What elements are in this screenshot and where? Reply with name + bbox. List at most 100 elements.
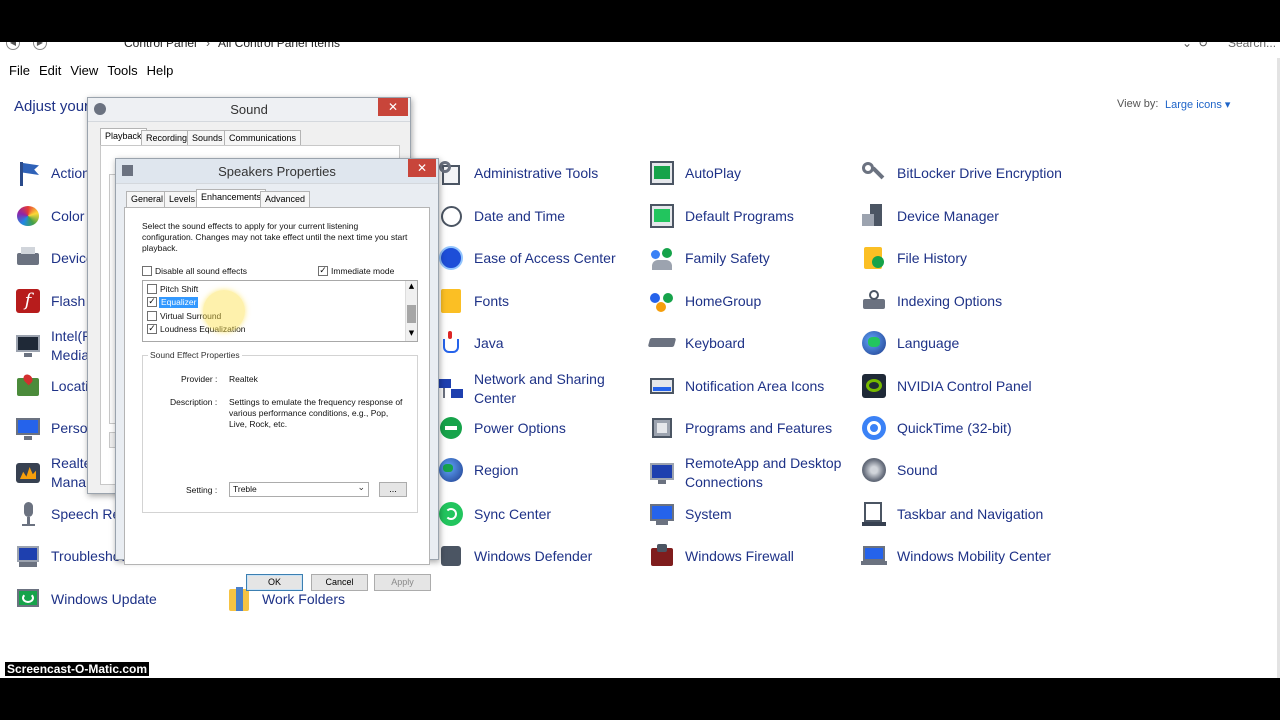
- cp-item-personalization[interactable]: Person: [14, 411, 95, 445]
- effect-loudness-checkbox[interactable]: ✓: [147, 324, 157, 334]
- back-icon[interactable]: ◀: [6, 42, 20, 50]
- cp-item-indexing-options[interactable]: Indexing Options: [860, 284, 1002, 318]
- cp-item-administrative-tools[interactable]: Administrative Tools: [437, 156, 598, 190]
- tab-communications[interactable]: Communications: [224, 130, 302, 146]
- tab-enhancements[interactable]: Enhancements: [196, 189, 267, 207]
- cp-item-flash-player[interactable]: f Flash I: [14, 284, 93, 318]
- cp-item-location-settings[interactable]: Locati: [14, 369, 88, 403]
- setting-dropdown-value: Treble: [233, 484, 257, 494]
- immediate-mode-checkbox[interactable]: ✓: [318, 266, 328, 276]
- cp-item-taskbar-and-navigation[interactable]: Taskbar and Navigation: [860, 497, 1043, 531]
- cp-item-quicktime[interactable]: QuickTime (32-bit): [860, 411, 1012, 445]
- cp-item-file-history[interactable]: File History: [860, 241, 967, 275]
- cp-item-network-and-sharing[interactable]: Network and Sharing Center: [437, 369, 614, 409]
- cp-item-label: Locati: [51, 377, 89, 394]
- cp-item-autoplay[interactable]: AutoPlay: [648, 156, 741, 190]
- effect-virtual-surround-checkbox[interactable]: [147, 311, 157, 321]
- cp-item-keyboard[interactable]: Keyboard: [647, 326, 745, 360]
- control-panel-window: ◀ ▶ Control Panel › All Control Panel It…: [0, 42, 1280, 678]
- more-settings-button[interactable]: ...: [379, 482, 407, 497]
- enhancements-panel: Select the sound effects to apply for yo…: [124, 207, 430, 565]
- cp-item-windows-update[interactable]: Windows Update: [14, 582, 157, 616]
- menu-file[interactable]: File: [6, 63, 36, 78]
- tab-general[interactable]: General: [126, 191, 169, 207]
- apply-button[interactable]: Apply: [374, 574, 431, 591]
- scroll-up-icon[interactable]: ▲: [407, 282, 416, 290]
- view-by-dropdown[interactable]: Large icons ▾: [1165, 98, 1230, 111]
- cp-item-homegroup[interactable]: HomeGroup: [648, 284, 761, 318]
- cp-item-realtek-manager[interactable]: Realte Mana: [14, 453, 91, 493]
- monitor-icon: [14, 332, 42, 360]
- scroll-down-icon[interactable]: ▼: [407, 329, 416, 337]
- cp-item-nvidia-control-panel[interactable]: NVIDIA Control Panel: [860, 369, 1032, 403]
- setting-dropdown[interactable]: Treble ⌄: [229, 482, 369, 497]
- cp-item-language[interactable]: Language: [860, 326, 959, 360]
- cp-item-region[interactable]: Region: [437, 453, 518, 487]
- cp-item-devices[interactable]: Device: [14, 241, 94, 275]
- cp-item-speech-recognition[interactable]: Speech Re: [14, 497, 120, 531]
- cp-item-power-options[interactable]: Power Options: [437, 411, 566, 445]
- tab-advanced[interactable]: Advanced: [260, 191, 311, 207]
- breadcrumb-control-panel[interactable]: Control Panel: [124, 42, 197, 50]
- sound-dialog-close-button[interactable]: ✕: [378, 98, 408, 116]
- search-input[interactable]: Search...: [1228, 42, 1276, 50]
- cp-item-color-management[interactable]: Color: [14, 199, 84, 233]
- sound-dialog-titlebar[interactable]: Sound ✕: [88, 98, 410, 122]
- effects-list-scrollbar[interactable]: ▲ ▼: [405, 281, 417, 341]
- cp-item-java[interactable]: Java: [437, 326, 504, 360]
- cp-item-date-and-time[interactable]: Date and Time: [437, 199, 565, 233]
- menu-tools[interactable]: Tools: [104, 63, 143, 78]
- speakers-dialog-titlebar[interactable]: Speakers Properties ✕: [116, 159, 438, 184]
- forward-icon[interactable]: ▶: [33, 42, 47, 50]
- cp-item-label: Power Options: [474, 419, 566, 436]
- cp-item-intel-media[interactable]: Intel(R) Media: [14, 326, 91, 366]
- effect-equalizer-label[interactable]: Equalizer: [159, 297, 199, 308]
- globe-icon: [437, 456, 465, 484]
- effect-pitch-shift-checkbox[interactable]: [147, 284, 157, 294]
- cp-item-ease-of-access[interactable]: Ease of Access Center: [437, 241, 616, 275]
- intro-text-line3: playback.: [142, 243, 178, 253]
- cp-item-bitlocker[interactable]: BitLocker Drive Encryption: [860, 156, 1062, 190]
- cp-item-action-center[interactable]: Action: [14, 156, 90, 190]
- tab-sounds[interactable]: Sounds: [187, 130, 228, 146]
- menu-view[interactable]: View: [67, 63, 104, 78]
- menu-help[interactable]: Help: [144, 63, 180, 78]
- effect-equalizer-checkbox[interactable]: ✓: [147, 297, 157, 307]
- cp-item-system[interactable]: System: [648, 497, 732, 531]
- tab-recording[interactable]: Recording: [141, 130, 193, 146]
- effect-pitch-shift-label[interactable]: Pitch Shift: [160, 284, 198, 295]
- tab-playback[interactable]: Playback: [100, 128, 147, 146]
- cp-item-label: System: [685, 505, 732, 522]
- cp-item-family-safety[interactable]: Family Safety: [648, 241, 770, 275]
- scrollbar-thumb[interactable]: [407, 305, 416, 323]
- cp-item-fonts[interactable]: Fonts: [437, 284, 509, 318]
- breadcrumb-all-items[interactable]: All Control Panel Items: [218, 42, 340, 50]
- cp-item-sync-center[interactable]: Sync Center: [437, 497, 551, 531]
- default-programs-icon: [648, 202, 676, 230]
- nvidia-icon: [860, 372, 888, 400]
- tab-levels[interactable]: Levels: [164, 191, 201, 207]
- cp-item-windows-firewall[interactable]: Windows Firewall: [648, 539, 794, 573]
- ok-button[interactable]: OK: [246, 574, 303, 591]
- page-title: Adjust your: [14, 98, 90, 115]
- refresh-icon[interactable]: ↻: [1198, 42, 1208, 50]
- effects-list[interactable]: Pitch Shift ✓ Equalizer Virtual Surround…: [142, 280, 418, 342]
- cp-item-programs-and-features[interactable]: Programs and Features: [648, 411, 832, 445]
- cp-item-notification-area-icons[interactable]: Notification Area Icons: [648, 369, 824, 403]
- cp-item-device-manager[interactable]: Device Manager: [860, 199, 999, 233]
- taskbar-icon: [860, 500, 888, 528]
- fonts-icon: [437, 287, 465, 315]
- cp-item-remoteapp[interactable]: RemoteApp and Desktop Connections: [648, 453, 845, 493]
- cp-item-sound[interactable]: Sound: [860, 453, 937, 487]
- cp-item-label: Sound: [897, 461, 938, 478]
- cp-item-label: Work Folders: [262, 590, 345, 607]
- cp-item-windows-mobility-center[interactable]: Windows Mobility Center: [860, 539, 1051, 573]
- disable-all-checkbox[interactable]: [142, 266, 152, 276]
- menu-edit[interactable]: Edit: [36, 63, 67, 78]
- address-dropdown-icon[interactable]: ⌄: [1182, 42, 1192, 50]
- cp-item-windows-defender[interactable]: Windows Defender: [437, 539, 592, 573]
- cancel-button[interactable]: Cancel: [311, 574, 368, 591]
- speakers-dialog-close-button[interactable]: ✕: [408, 159, 436, 177]
- description-label: Description :: [170, 397, 218, 407]
- cp-item-default-programs[interactable]: Default Programs: [648, 199, 794, 233]
